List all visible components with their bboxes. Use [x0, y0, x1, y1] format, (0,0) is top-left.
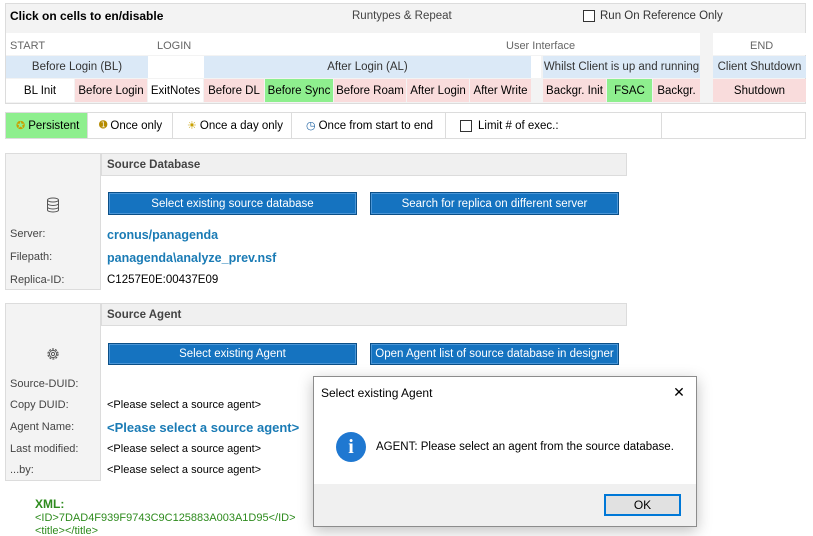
- replica-label: Replica-ID:: [10, 273, 65, 286]
- instruction-label: Click on cells to en/disable: [10, 9, 164, 23]
- ok-button[interactable]: OK: [604, 494, 681, 516]
- cell-bl-init[interactable]: BL Init: [6, 79, 74, 102]
- group-gap-2: [531, 56, 541, 78]
- phase-start: START: [10, 39, 46, 52]
- runtypes-label: Runtypes & Repeat: [352, 10, 452, 22]
- search-replica-button[interactable]: Search for replica on different server: [370, 192, 619, 215]
- server-label: Server:: [10, 227, 46, 240]
- cell-after-login[interactable]: After Login: [407, 79, 469, 102]
- select-source-db-button[interactable]: Select existing source database: [108, 192, 357, 215]
- group-after-login: After Login (AL): [204, 56, 531, 78]
- xml-line-2: <title></title>: [35, 524, 98, 536]
- phase-user-interface: User Interface: [506, 39, 576, 52]
- one-icon: ➊: [99, 120, 108, 131]
- once-a-day-label: Once a day only: [199, 119, 283, 132]
- phase-login: LOGIN: [157, 39, 192, 52]
- xml-label: XML:: [35, 497, 65, 511]
- dialog-footer: OK: [314, 484, 696, 526]
- last-modified-label: Last modified:: [10, 442, 79, 455]
- info-icon: i: [336, 432, 366, 462]
- xml-line-1: <ID>7DAD4F939F9743C9C125883A003A1D95</ID…: [35, 512, 296, 524]
- database-icon: [47, 197, 59, 213]
- agent-name-label: Agent Name:: [10, 420, 75, 433]
- cell-before-login[interactable]: Before Login: [75, 79, 147, 102]
- star-icon: ✪: [16, 120, 26, 132]
- cell-after-write[interactable]: After Write: [470, 79, 531, 102]
- limit-label: Limit # of exec.:: [478, 119, 559, 132]
- checkbox-box[interactable]: [583, 10, 595, 22]
- run-on-reference-checkbox[interactable]: Run On Reference Only: [583, 8, 723, 24]
- select-agent-button[interactable]: Select existing Agent: [108, 343, 357, 365]
- limit-checkbox[interactable]: [460, 119, 472, 132]
- cell-before-sync[interactable]: Before Sync: [265, 79, 333, 102]
- server-value[interactable]: cronus/panagenda: [107, 227, 218, 243]
- cell-fsac[interactable]: FSAC: [607, 79, 652, 102]
- cell-before-dl[interactable]: Before DL: [204, 79, 264, 102]
- option-once-start-end[interactable]: ◷ Once from start to end: [293, 113, 446, 138]
- gear-icon: [47, 348, 59, 360]
- option-once-only[interactable]: ➊ Once only: [89, 113, 173, 138]
- group-before-login: Before Login (BL): [6, 56, 148, 78]
- copy-duid-value: <Please select a source agent>: [107, 398, 262, 411]
- cell-shutdown[interactable]: Shutdown: [713, 79, 806, 102]
- once-only-label: Once only: [110, 119, 163, 132]
- close-icon[interactable]: ✕: [670, 383, 688, 401]
- sun-icon: ☀: [187, 120, 197, 132]
- source-db-left-bg: [5, 153, 101, 290]
- phases-row-bg: [6, 33, 700, 55]
- cell-before-roam[interactable]: Before Roam: [334, 79, 406, 102]
- cell-backgr-init[interactable]: Backgr. Init: [543, 79, 606, 102]
- select-agent-dialog: Select existing Agent ✕ i AGENT: Please …: [313, 376, 697, 527]
- by-label: ...by:: [10, 463, 34, 476]
- last-modified-value: <Please select a source agent>: [107, 442, 262, 455]
- filepath-label: Filepath:: [10, 250, 53, 263]
- cell-backgr[interactable]: Backgr.: [653, 79, 700, 102]
- copy-duid-label: Copy DUID:: [10, 398, 69, 411]
- by-value: <Please select a source agent>: [107, 463, 262, 476]
- option-limit-exec[interactable]: Limit # of exec.:: [447, 113, 662, 138]
- group-gap: [148, 56, 204, 78]
- replica-value: C1257E0E:00437E09: [107, 273, 219, 286]
- dialog-title: Select existing Agent: [321, 386, 433, 400]
- option-persistent[interactable]: ✪ Persistent: [6, 113, 88, 138]
- source-db-title: Source Database: [107, 158, 201, 171]
- phase-end: END: [750, 39, 774, 52]
- filepath-value[interactable]: panagenda\analyze_prev.nsf: [107, 250, 276, 266]
- run-on-reference-label: Run On Reference Only: [600, 10, 723, 22]
- group-client-shutdown: Client Shutdown: [713, 56, 806, 78]
- source-agent-title: Source Agent: [107, 308, 182, 321]
- persistent-label: Persistent: [28, 119, 80, 132]
- clock-icon: ◷: [306, 120, 316, 132]
- source-duid-label: Source-DUID:: [10, 377, 79, 390]
- dialog-message: AGENT: Please select an agent from the s…: [376, 441, 674, 453]
- agent-name-value[interactable]: <Please select a source agent>: [107, 419, 299, 435]
- once-start-end-label: Once from start to end: [318, 119, 434, 132]
- open-agent-list-button[interactable]: Open Agent list of source database in de…: [370, 343, 619, 365]
- option-once-a-day[interactable]: ☀ Once a day only: [174, 113, 292, 138]
- group-whilst-client: Whilst Client is up and running: [543, 56, 700, 78]
- cell-exitnotes[interactable]: ExitNotes: [148, 79, 203, 102]
